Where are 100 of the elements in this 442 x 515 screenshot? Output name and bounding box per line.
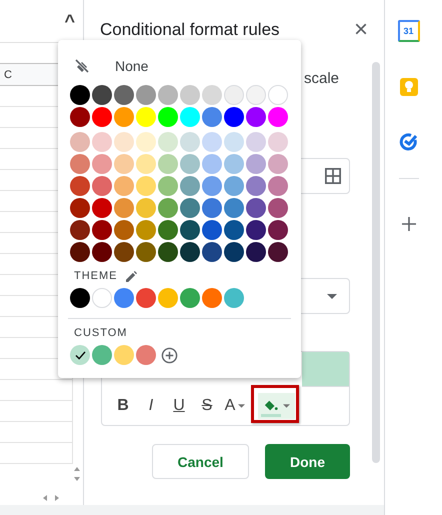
color-swatch[interactable] [158,85,178,105]
color-swatch[interactable] [180,107,200,127]
color-swatch[interactable] [202,220,222,240]
color-swatch[interactable] [70,132,90,152]
color-swatch[interactable] [180,85,200,105]
color-swatch[interactable] [224,154,244,174]
color-swatch[interactable] [202,242,222,262]
add-icon[interactable] [402,217,416,231]
color-swatch[interactable] [92,154,112,174]
scrollbar[interactable] [372,62,380,463]
color-swatch[interactable] [224,242,244,262]
color-swatch[interactable] [224,132,244,152]
color-swatch[interactable] [202,85,222,105]
color-swatch[interactable] [180,154,200,174]
color-swatch[interactable] [246,132,266,152]
color-swatch[interactable] [246,198,266,218]
color-swatch[interactable] [70,242,90,262]
collapse-button[interactable]: ^ [64,12,75,30]
close-button[interactable]: × [354,18,368,42]
color-swatch[interactable] [180,242,200,262]
color-swatch[interactable] [268,220,288,240]
color-swatch[interactable] [180,220,200,240]
color-swatch[interactable] [114,220,134,240]
color-swatch[interactable] [158,176,178,196]
color-swatch[interactable] [268,107,288,127]
format-button[interactable]: U [166,397,192,415]
color-swatch[interactable] [180,176,200,196]
none-option[interactable]: None [58,52,301,80]
fill-color-button[interactable] [258,393,295,419]
color-swatch[interactable] [202,107,222,127]
color-swatch[interactable] [70,154,90,174]
color-swatch[interactable] [246,154,266,174]
color-swatch[interactable] [158,107,178,127]
lightbulb-icon[interactable] [398,77,418,97]
format-button[interactable]: I [138,397,164,415]
color-swatch[interactable] [136,132,156,152]
color-swatch[interactable] [268,176,288,196]
color-swatch[interactable] [246,107,266,127]
color-swatch[interactable] [114,176,134,196]
cancel-button[interactable]: Cancel [152,444,249,479]
color-swatch[interactable] [202,198,222,218]
color-swatch[interactable] [114,242,134,262]
color-swatch[interactable] [224,288,244,308]
color-swatch[interactable] [246,242,266,262]
color-swatch[interactable] [158,198,178,218]
color-swatch[interactable] [268,154,288,174]
add-color-icon[interactable] [161,346,178,364]
color-swatch[interactable] [70,220,90,240]
color-swatch[interactable] [114,198,134,218]
color-swatch[interactable] [114,154,134,174]
color-swatch[interactable] [202,132,222,152]
color-swatch[interactable] [92,107,112,127]
color-swatch[interactable] [180,288,200,308]
grid-icon[interactable] [325,168,341,184]
color-swatch[interactable] [70,345,90,365]
done-button[interactable]: Done [265,444,350,479]
color-swatch[interactable] [136,176,156,196]
color-swatch[interactable] [70,107,90,127]
color-swatch[interactable] [224,176,244,196]
color-swatch[interactable] [92,176,112,196]
color-swatch[interactable] [114,288,134,308]
color-swatch[interactable] [70,288,90,308]
color-swatch[interactable] [70,85,90,105]
color-swatch[interactable] [136,154,156,174]
color-swatch[interactable] [202,176,222,196]
color-swatch[interactable] [70,176,90,196]
color-swatch[interactable] [246,220,266,240]
color-swatch[interactable] [268,242,288,262]
color-swatch[interactable] [136,107,156,127]
color-swatch[interactable] [92,242,112,262]
color-swatch[interactable] [114,345,134,365]
color-swatch[interactable] [136,220,156,240]
color-swatch[interactable] [70,198,90,218]
color-swatch[interactable] [180,198,200,218]
color-swatch[interactable] [268,132,288,152]
color-swatch[interactable] [158,154,178,174]
color-swatch[interactable] [246,85,266,105]
color-swatch[interactable] [224,220,244,240]
color-swatch[interactable] [180,132,200,152]
color-swatch[interactable] [136,288,156,308]
check-circle-icon[interactable] [398,132,418,152]
color-swatch[interactable] [224,107,244,127]
color-swatch[interactable] [92,132,112,152]
color-swatch[interactable] [136,345,156,365]
color-swatch[interactable] [92,345,112,365]
color-swatch[interactable] [136,85,156,105]
color-swatch[interactable] [136,198,156,218]
color-swatch[interactable] [268,198,288,218]
color-swatch[interactable] [92,198,112,218]
color-swatch[interactable] [92,220,112,240]
edit-icon[interactable] [126,270,136,282]
format-button[interactable]: A [222,397,248,415]
color-swatch[interactable] [92,85,112,105]
color-swatch[interactable] [92,288,112,308]
format-button[interactable]: S [194,397,220,415]
color-swatch[interactable] [246,176,266,196]
color-swatch[interactable] [114,132,134,152]
color-swatch[interactable] [136,242,156,262]
color-swatch[interactable] [158,242,178,262]
color-swatch[interactable] [158,288,178,308]
